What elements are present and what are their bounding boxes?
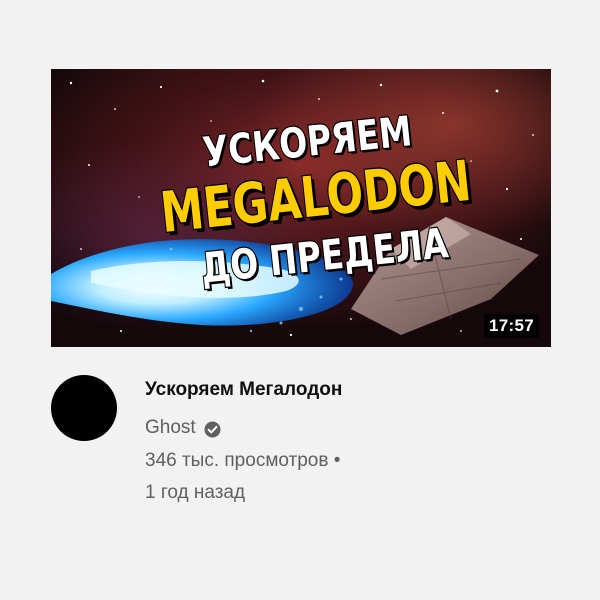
video-card[interactable]: УСКОРЯЕМ MEGALODON ДО ПРЕДЕЛА 17:57 Уско… [51, 69, 551, 535]
video-title[interactable]: Ускоряем Мегалодон [145, 377, 551, 403]
duration-badge: 17:57 [484, 314, 539, 338]
channel-name[interactable]: Ghost [145, 415, 196, 441]
view-count: 346 тыс. просмотров • [145, 450, 341, 471]
channel-avatar[interactable] [51, 375, 117, 441]
channel-row[interactable]: Ghost [145, 415, 551, 441]
thumbnail-caption: УСКОРЯЕМ MEGALODON ДО ПРЕДЕЛА [51, 69, 551, 347]
video-stats: 346 тыс. просмотров • 1 год назад [145, 445, 551, 509]
video-details: Ускоряем Мегалодон Ghost 346 тыс. просмо… [145, 377, 551, 509]
upload-age: 1 год назад [145, 482, 246, 503]
verified-check-icon [204, 420, 221, 437]
video-thumbnail[interactable]: УСКОРЯЕМ MEGALODON ДО ПРЕДЕЛА 17:57 [51, 69, 551, 347]
video-meta: Ускоряем Мегалодон Ghost 346 тыс. просмо… [51, 375, 551, 535]
